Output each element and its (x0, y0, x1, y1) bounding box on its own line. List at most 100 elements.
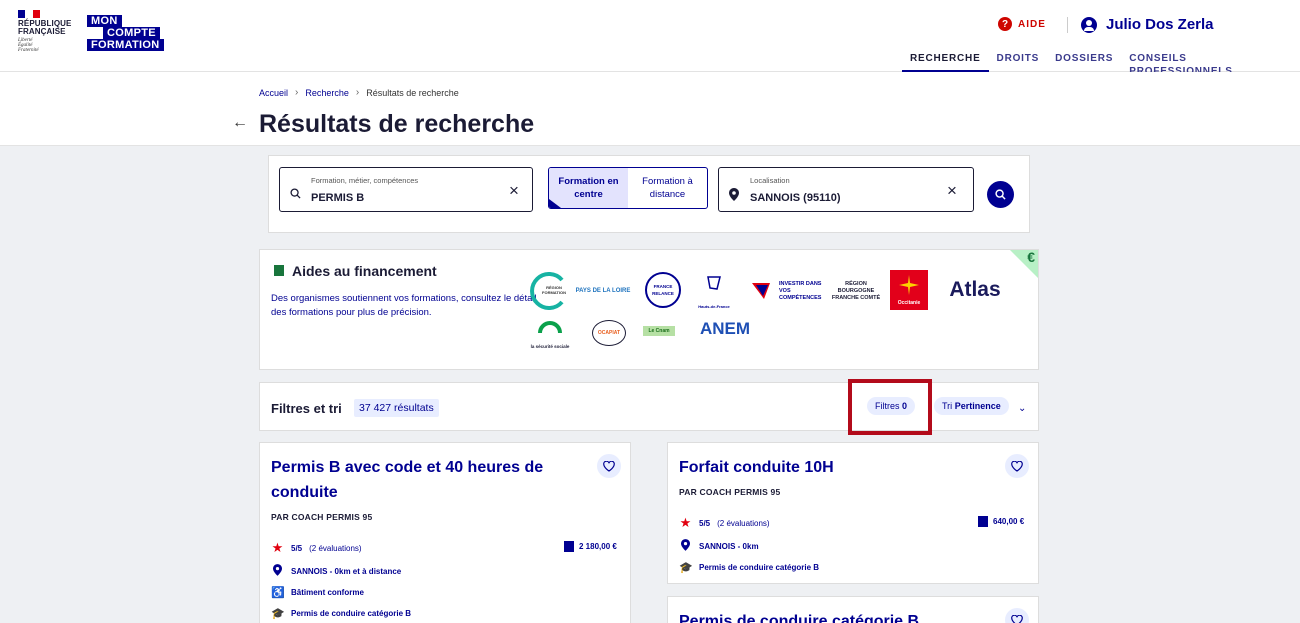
nav-item-recherche[interactable]: RECHERCHE (902, 52, 989, 72)
financing-panel: € Aides au financement Des organismes so… (259, 249, 1039, 370)
wallet-icon (274, 265, 284, 276)
wallet-icon (978, 516, 988, 527)
query-input[interactable]: PERMIS B (311, 192, 364, 204)
heart-icon[interactable] (597, 454, 621, 478)
partner-logo-atlas: Atlas (949, 278, 1001, 301)
partner-logo-securite-sociale: la sécurité sociale (530, 318, 570, 350)
partner-logo-bourgogne-franche-comte: RÉGION BOURGOGNE FRANCHE COMTÉ (831, 280, 881, 301)
partner-logo-france-relance: FRANCE RELANCE (645, 272, 681, 308)
site-header: RÉPUBLIQUE FRANÇAISE Liberté Égalité Fra… (0, 0, 1300, 77)
toggle-formation-en-centre[interactable]: Formation en centre (549, 168, 628, 208)
result-certification: 🎓 Permis de conduire catégorie B (679, 561, 819, 574)
help-icon: ? (998, 17, 1012, 31)
result-accessibility: ♿ Bâtiment conforme (271, 586, 364, 599)
search-icon (290, 188, 301, 202)
user-name: Julio Dos Zerla (1106, 16, 1214, 33)
result-provider: PAR COACH PERMIS 95 (679, 487, 781, 497)
nav-item-droits[interactable]: DROITS (989, 52, 1048, 72)
certification-value: Permis de conduire catégorie B (699, 563, 820, 572)
location-pin-icon (729, 188, 739, 204)
heart-icon[interactable] (1005, 608, 1029, 623)
partner-logo-pays-de-la-loire: PAYS DE LA LOIRE (575, 287, 631, 294)
filters-highlight-annotation (848, 379, 932, 435)
republique-francaise-logo[interactable]: RÉPUBLIQUE FRANÇAISE Liberté Égalité Fra… (18, 10, 78, 53)
breadcrumb: Accueil › Recherche › Résultats de reche… (259, 87, 459, 98)
result-title[interactable]: Permis de conduire catégorie B (679, 609, 979, 623)
location-pin-icon (679, 539, 692, 554)
user-menu[interactable]: Julio Dos Zerla (1081, 16, 1214, 33)
graduation-cap-icon: 🎓 (679, 562, 693, 574)
result-card[interactable]: Permis B avec code et 40 heures de condu… (259, 442, 631, 623)
rf-logo-text: RÉPUBLIQUE FRANÇAISE (18, 19, 72, 36)
formation-mode-toggle: Formation en centre Formation à distance (548, 167, 708, 209)
title-band: Accueil › Recherche › Résultats de reche… (0, 72, 1300, 146)
result-location: SANNOIS - 0km (679, 539, 759, 554)
star-icon: ★ (271, 540, 284, 555)
mon-compte-formation-logo[interactable]: MON COMPTE FORMATION (87, 15, 164, 53)
breadcrumb-accueil[interactable]: Accueil (259, 88, 288, 98)
accessibility-icon: ♿ (271, 587, 285, 599)
rating-count: (2 évaluations) (309, 543, 362, 553)
french-flag-icon (18, 10, 40, 18)
price-value: 640,00 € (993, 517, 1025, 526)
help-link[interactable]: ? AIDE (998, 17, 1046, 31)
sort-value: Pertinence (954, 401, 1001, 411)
location-input[interactable]: SANNOIS (95110) (750, 192, 840, 204)
wallet-icon (564, 541, 574, 552)
chevron-right-icon: › (355, 87, 360, 98)
result-location: SANNOIS - 0km et à distance (271, 564, 401, 579)
location-value: SANNOIS - 0km (699, 542, 759, 551)
star-icon: ★ (679, 515, 692, 530)
search-button[interactable] (987, 181, 1014, 208)
breadcrumb-recherche[interactable]: Recherche (305, 88, 349, 98)
financing-title: Aides au financement (292, 263, 437, 279)
rating-value: 5/5 (291, 543, 303, 553)
main-nav: RECHERCHE DROITS DOSSIERS CONSEILS PROFE… (902, 52, 1300, 77)
location-pin-icon (271, 564, 284, 579)
result-price: 640,00 € (978, 516, 1024, 527)
heart-icon[interactable] (1005, 454, 1029, 478)
results-count-badge: 37 427 résultats (354, 399, 439, 417)
query-field[interactable]: Formation, métier, compétences PERMIS B … (279, 167, 533, 212)
result-rating: ★ 5/5 (2 évaluations) (271, 540, 362, 556)
chevron-down-icon[interactable]: ⌄ (1018, 403, 1026, 414)
partner-logo-investir-competences: INVESTIR DANS VOS COMPÉTENCES (750, 277, 825, 305)
result-title[interactable]: Permis B avec code et 40 heures de condu… (271, 455, 571, 505)
help-label: AIDE (1018, 18, 1046, 30)
location-field[interactable]: Localisation SANNOIS (95110) × (718, 167, 974, 212)
result-card[interactable]: Permis de conduire catégorie B (667, 596, 1039, 623)
user-icon (1081, 16, 1097, 33)
mcf-logo-line-3: FORMATION (87, 39, 164, 51)
filters-title: Filtres et tri (271, 401, 342, 416)
query-label: Formation, métier, compétences (311, 176, 419, 185)
euro-icon: € (1027, 249, 1035, 265)
search-button-icon (995, 189, 1006, 200)
partner-logo-hauts-de-france: Hauts-de-France (694, 272, 734, 310)
financing-description: Des organismes soutiennent vos formation… (271, 293, 537, 318)
header-separator (1067, 17, 1068, 33)
location-label: Localisation (750, 176, 790, 185)
partner-logo-region-formation: RÉGION FORMATION (528, 272, 570, 310)
accessibility-value: Bâtiment conforme (291, 588, 364, 597)
toggle-formation-a-distance[interactable]: Formation à distance (628, 168, 707, 208)
nav-item-dossiers[interactable]: DOSSIERS (1047, 52, 1121, 72)
result-rating: ★ 5/5 (2 évaluations) (679, 515, 770, 531)
sort-button[interactable]: Tri Pertinence (934, 397, 1009, 415)
result-price: 2 180,00 € (564, 541, 617, 552)
certification-value: Permis de conduire catégorie B (291, 609, 412, 618)
partner-logo-anem: ANEM (699, 319, 751, 338)
partner-logo-ocapiat: OCAPIAT (592, 320, 626, 346)
partner-logo-le-cnam: Le Cnam (643, 326, 675, 336)
result-provider: PAR COACH PERMIS 95 (271, 512, 373, 522)
result-card[interactable]: Forfait conduite 10H PAR COACH PERMIS 95… (667, 442, 1039, 584)
result-title[interactable]: Forfait conduite 10H (679, 455, 979, 480)
nav-item-conseils-professionnels[interactable]: CONSEILS PROFESSIONNELS (1121, 52, 1300, 77)
rf-motto: Liberté Égalité Fraternité (18, 38, 39, 53)
close-icon[interactable]: × (947, 181, 957, 201)
partner-logo-occitanie: Occitanie (890, 270, 928, 310)
arrow-left-icon[interactable]: ← (232, 114, 248, 132)
page-title: Résultats de recherche (259, 110, 535, 138)
result-certification: 🎓 Permis de conduire catégorie B (271, 607, 411, 620)
close-icon[interactable]: × (509, 181, 519, 201)
mcf-logo-line-1: MON (87, 15, 122, 27)
